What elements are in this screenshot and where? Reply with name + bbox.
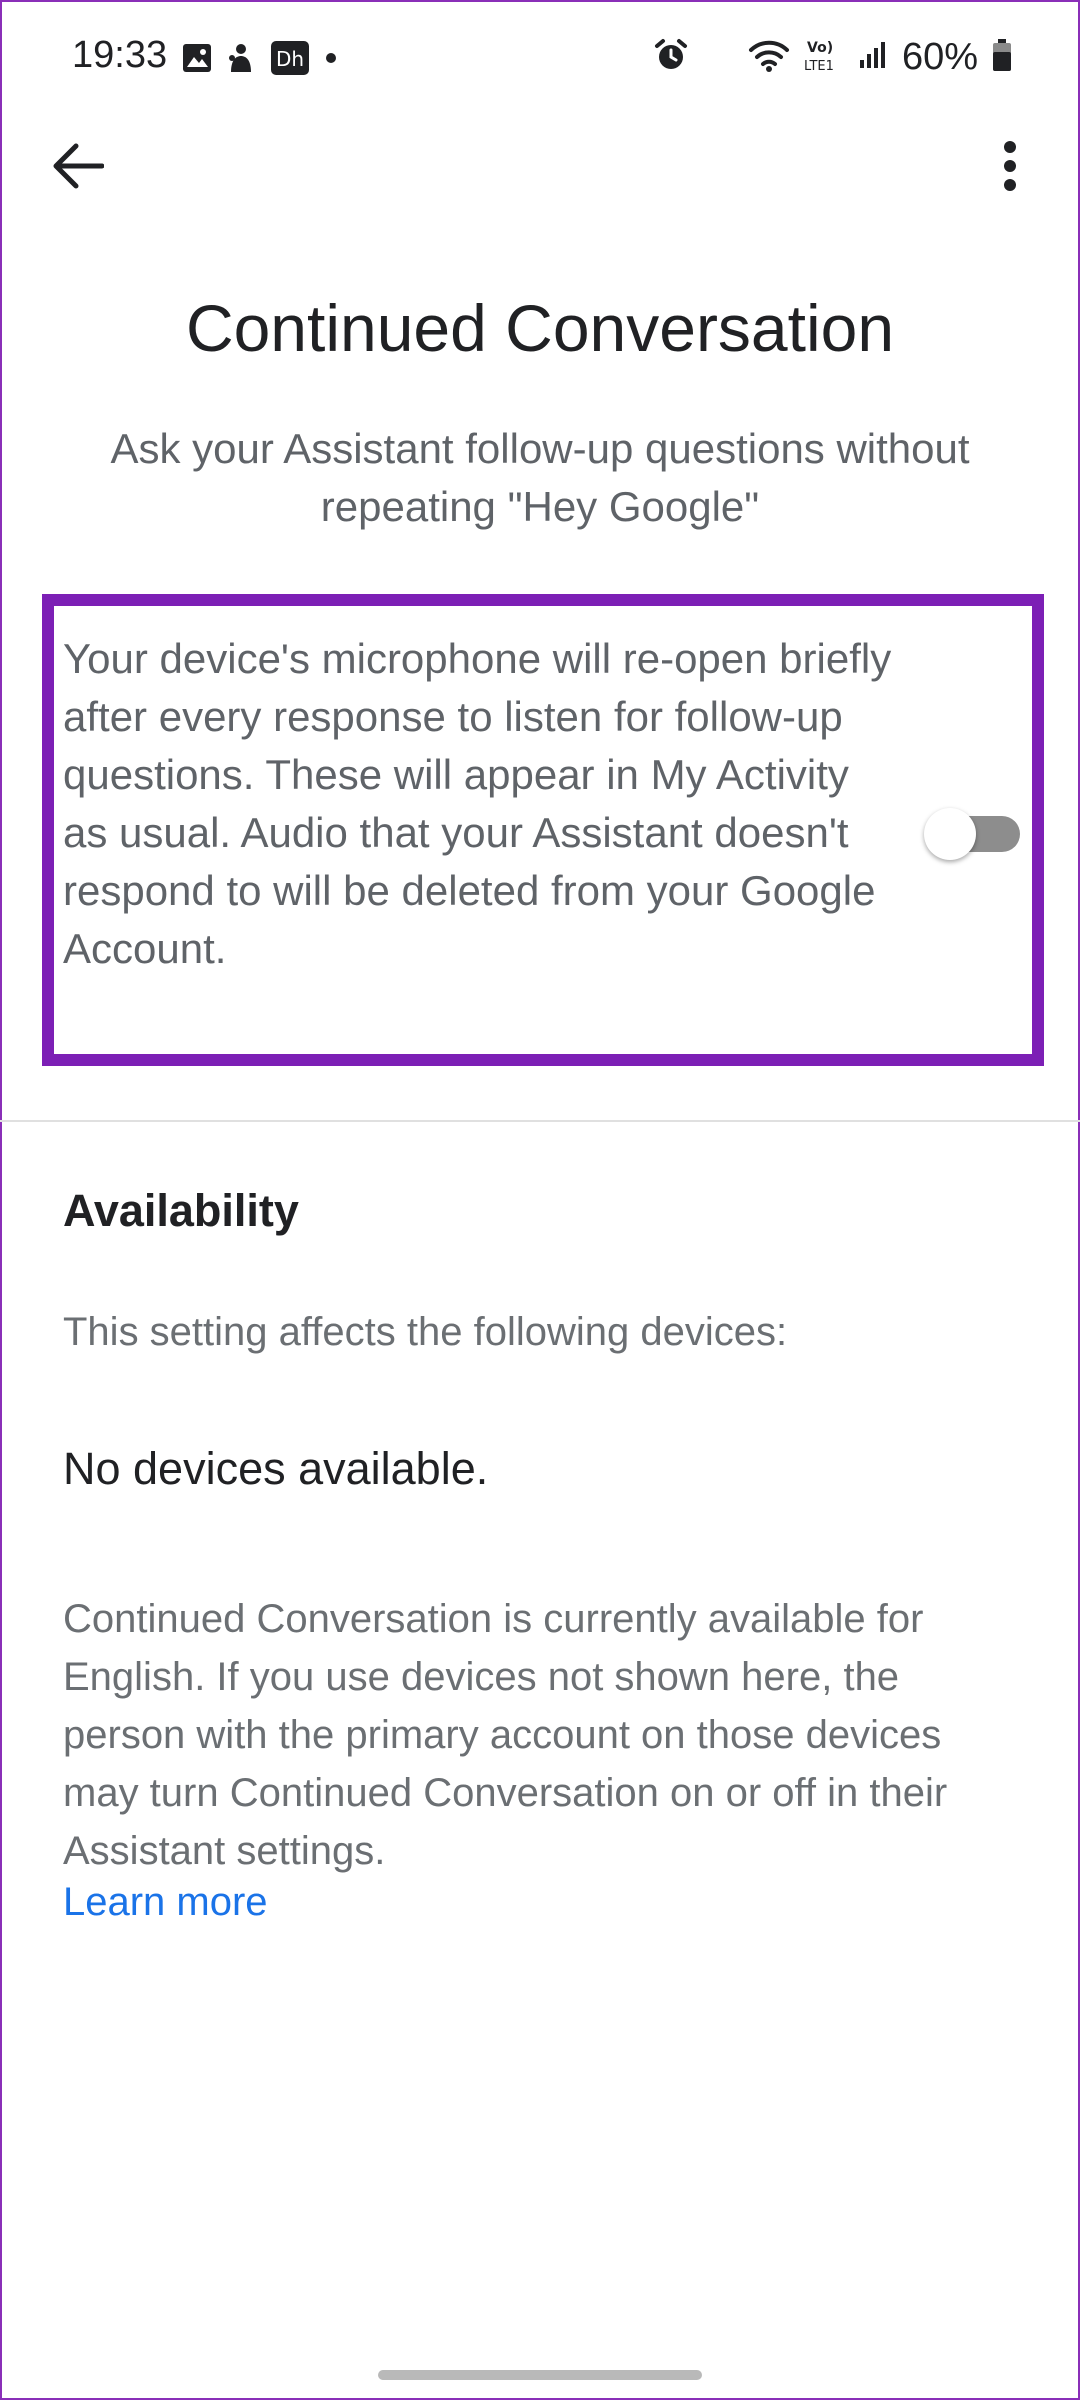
availability-heading: Availability (63, 1185, 299, 1236)
more-options-button[interactable] (980, 130, 1040, 206)
svg-text:Dh: Dh (276, 47, 304, 71)
alarm-icon (654, 38, 688, 77)
status-icons-right: Vo) LTE1 60% (654, 36, 1012, 79)
arrow-back-icon (52, 142, 105, 195)
lte-label: LTE1 (804, 59, 834, 73)
status-icons-left: Dh (182, 40, 338, 81)
page-title: Continued Conversation (185, 291, 895, 365)
home-indicator[interactable] (378, 2370, 702, 2380)
disney-hotstar-icon: Dh (270, 40, 310, 81)
volte-lte-icon: Vo) LTE1 (804, 37, 844, 78)
battery-icon (992, 38, 1012, 77)
divider (0, 1120, 1080, 1122)
dot-icon (324, 51, 338, 70)
back-button[interactable] (40, 130, 116, 206)
volte-label: Vo) (807, 40, 833, 56)
setting-description: Your device's microphone will re-open br… (63, 635, 892, 972)
continued-conversation-toggle[interactable] (922, 808, 1022, 860)
battery-percent: 60% (901, 36, 978, 78)
status-bar: 19:33 Dh Vo) LTE1 60% (0, 0, 1080, 120)
status-time: 19:33 (72, 34, 168, 76)
signal-icon (858, 40, 888, 75)
teams-icon (226, 42, 256, 79)
page-subtitle: Ask your Assistant follow-up questions w… (110, 425, 970, 530)
wifi-icon (748, 38, 790, 77)
more-vert-icon (1003, 140, 1017, 197)
learn-more-link[interactable]: Learn more (63, 1880, 268, 1925)
toggle-thumb (924, 808, 976, 860)
no-devices-text: No devices available. (63, 1443, 489, 1494)
availability-info: Continued Conversation is currently avai… (63, 1597, 948, 1873)
availability-caption: This setting affects the following devic… (63, 1310, 788, 1354)
gallery-icon (182, 43, 212, 78)
